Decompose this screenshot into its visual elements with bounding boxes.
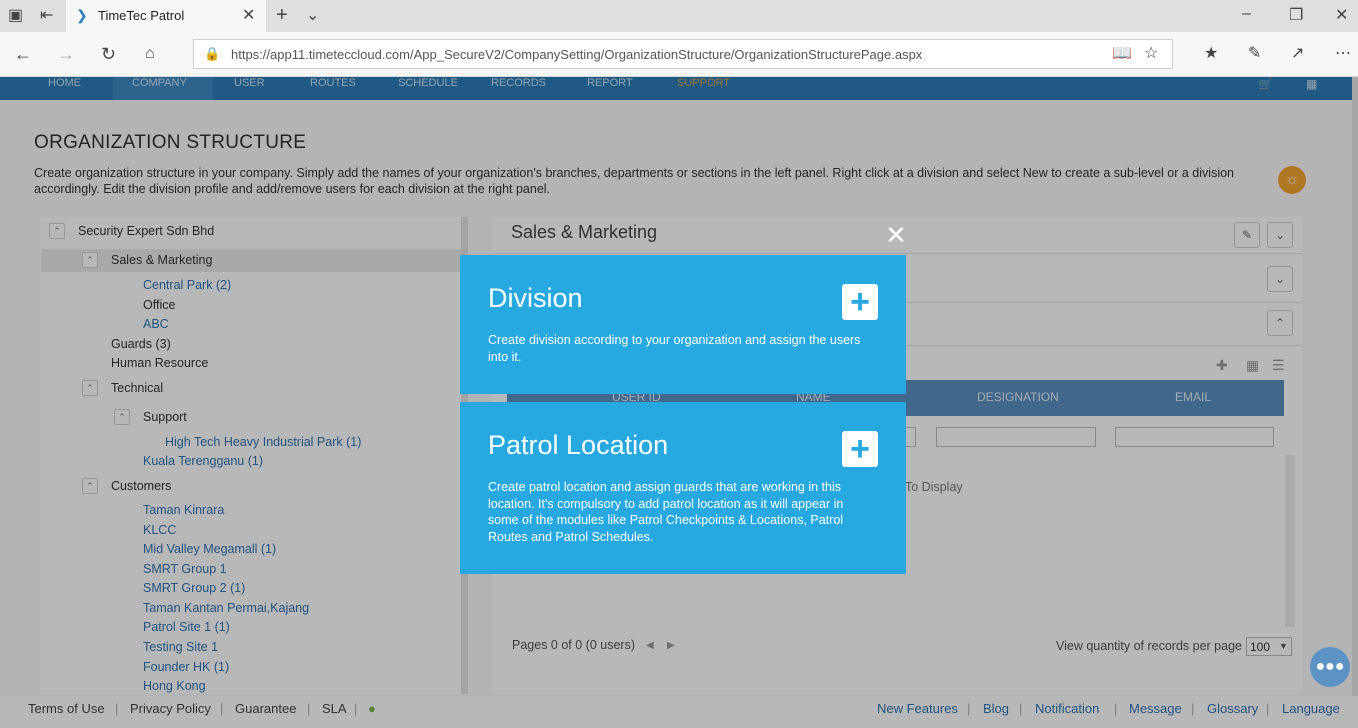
division-option-card[interactable]: Division + Create division according to …: [460, 255, 906, 394]
back-icon[interactable]: ←: [14, 45, 32, 63]
timetec-logo-icon: ❯: [76, 7, 88, 23]
tab-list-chevron-icon[interactable]: ⌄: [306, 8, 319, 24]
plus-icon[interactable]: +: [842, 431, 878, 467]
plus-icon[interactable]: +: [842, 284, 878, 320]
chat-bubble-icon[interactable]: ●●●: [1310, 647, 1350, 687]
minimize-icon[interactable]: –: [1242, 6, 1251, 22]
home-icon[interactable]: ⌂: [145, 46, 155, 62]
browser-tab[interactable]: ❯ TimeTec Patrol ✕: [66, 0, 266, 32]
division-option-title: Division: [488, 283, 583, 313]
tab-title: TimeTec Patrol: [98, 8, 185, 23]
favorites-icon[interactable]: ★: [1204, 46, 1218, 62]
pen-icon[interactable]: ✎: [1248, 46, 1261, 62]
refresh-icon[interactable]: ↻: [101, 45, 116, 63]
lock-icon: 🔒: [204, 46, 221, 61]
url-text: https://app11.timeteccloud.com/App_Secur…: [231, 47, 923, 62]
window-close-icon[interactable]: ✕: [1335, 8, 1348, 24]
patrol-location-option-desc: Create patrol location and assign guards…: [488, 480, 844, 544]
new-tab-icon[interactable]: +: [276, 5, 288, 25]
restore-icon[interactable]: ❐: [1289, 8, 1303, 24]
patrol-location-option-card[interactable]: Patrol Location + Create patrol location…: [460, 402, 906, 574]
set-aside-tabs-icon[interactable]: ⇤: [40, 8, 53, 24]
share-icon[interactable]: ↗: [1291, 46, 1304, 62]
tab-actions-icon[interactable]: ▣: [8, 8, 23, 24]
more-icon[interactable]: ⋯: [1335, 46, 1351, 62]
close-icon[interactable]: ✕: [884, 222, 908, 248]
url-field[interactable]: 🔒 https://app11.timeteccloud.com/App_Sec…: [193, 39, 1173, 69]
forward-icon[interactable]: →: [57, 45, 75, 63]
division-option-desc: Create division according to your organi…: [488, 333, 861, 364]
close-tab-icon[interactable]: ✕: [242, 8, 255, 24]
favorite-star-icon[interactable]: ☆: [1144, 46, 1158, 62]
patrol-location-option-title: Patrol Location: [488, 430, 669, 460]
reading-view-icon[interactable]: 📖: [1112, 46, 1132, 62]
